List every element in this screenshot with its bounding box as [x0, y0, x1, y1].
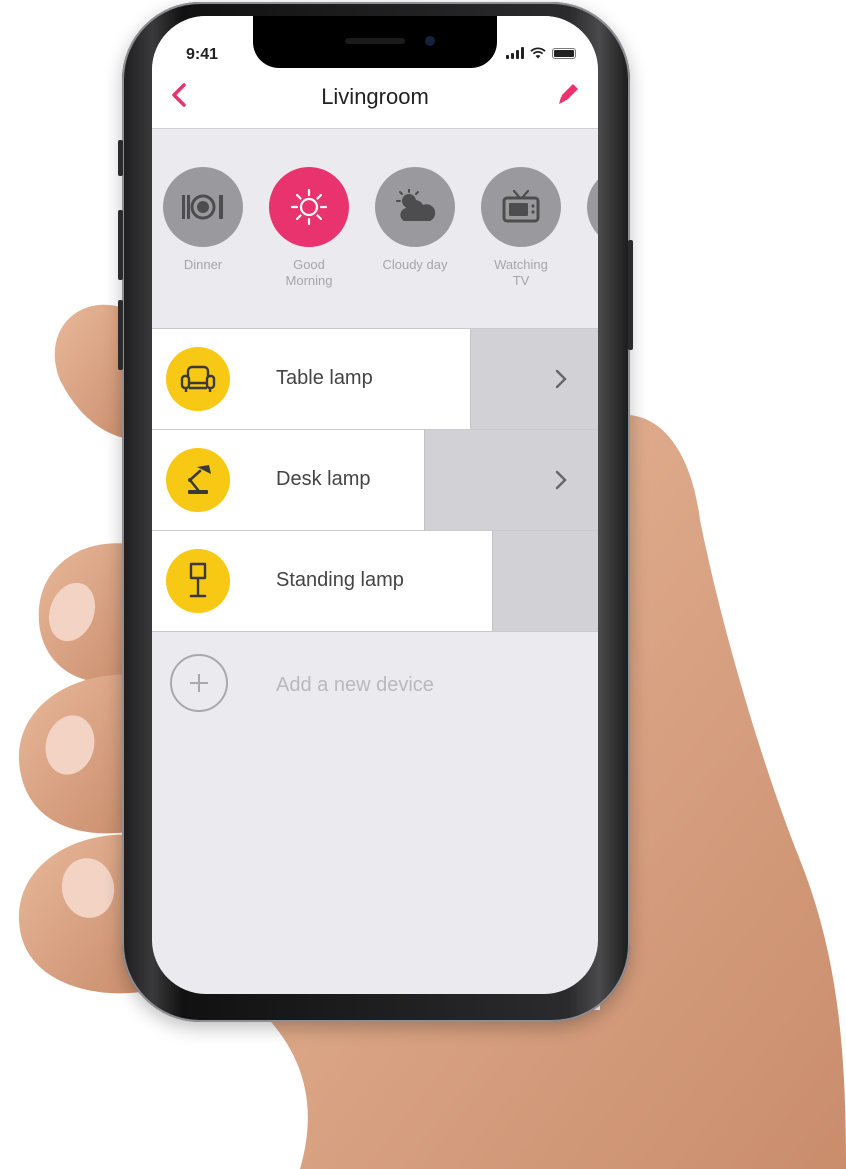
add-device-button[interactable]: Add a new device	[152, 634, 598, 734]
scene-label: Good Morning	[285, 257, 333, 288]
scene-label: Watching TV	[494, 257, 548, 288]
scenes-carousel[interactable]: Dinner Good Morning Cloudy day Watching …	[152, 129, 598, 327]
scene-circle	[481, 167, 561, 247]
device-name: Desk lamp	[276, 468, 371, 490]
device-list: Table lamp Desk lamp Standing lamp	[152, 328, 598, 632]
scene-circle	[163, 167, 243, 247]
pencil-icon[interactable]	[554, 80, 582, 108]
volume-down-button	[118, 300, 123, 370]
scene-good-morning[interactable]: Good Morning	[256, 167, 362, 289]
scene-label: Cloudy day	[382, 257, 448, 272]
sun-icon	[290, 188, 328, 226]
battery-icon	[552, 47, 576, 59]
list-item[interactable]: Table lamp	[152, 328, 598, 429]
device-name: Table lamp	[276, 367, 373, 389]
status-time: 9:41	[186, 46, 219, 63]
device-row-front[interactable]: Desk lamp	[152, 430, 425, 530]
device-icon-badge	[166, 549, 230, 613]
scene-watching-tv[interactable]: Watching TV	[468, 167, 574, 289]
front-camera	[425, 36, 435, 46]
mute-switch	[118, 140, 123, 176]
scene-cloudy-day[interactable]: Cloudy day	[362, 167, 468, 273]
chevron-right-icon[interactable]	[554, 468, 568, 492]
cloudy-sun-icon	[396, 189, 436, 221]
nav-bar: Livingroom	[152, 66, 598, 129]
status-icons	[506, 46, 576, 60]
plus-icon	[170, 654, 228, 712]
add-device-label: Add a new device	[276, 674, 434, 696]
dinner-plate-icon	[182, 194, 223, 220]
device-icon-badge	[166, 347, 230, 411]
device-row-front[interactable]: Table lamp	[152, 329, 471, 429]
scene-circle	[269, 167, 349, 247]
scene-circle	[375, 167, 455, 247]
desk-lamp-icon	[188, 465, 211, 494]
power-button	[628, 240, 633, 350]
device-icon-badge	[166, 448, 230, 512]
earpiece-speaker	[345, 38, 405, 44]
tv-icon	[502, 189, 540, 223]
armchair-icon	[180, 365, 216, 392]
app-screen: 9:41 Livingroom Dinner Good Morning Clou…	[152, 16, 598, 994]
list-item[interactable]: Desk lamp	[152, 429, 598, 530]
page-title: Livingroom	[321, 84, 429, 109]
list-item[interactable]: Standing lamp	[152, 530, 598, 632]
floor-lamp-icon	[189, 562, 207, 598]
scene-partial[interactable]	[574, 167, 598, 247]
chevron-right-icon[interactable]	[554, 367, 568, 391]
device-name: Standing lamp	[276, 569, 404, 591]
wifi-icon	[530, 47, 546, 59]
scene-circle	[587, 167, 598, 247]
volume-up-button	[118, 210, 123, 280]
notch	[253, 16, 497, 68]
scene-dinner[interactable]: Dinner	[152, 167, 256, 273]
signal-icon	[506, 47, 524, 59]
device-row-front[interactable]: Standing lamp	[152, 531, 493, 631]
scene-label: Dinner	[183, 257, 223, 272]
